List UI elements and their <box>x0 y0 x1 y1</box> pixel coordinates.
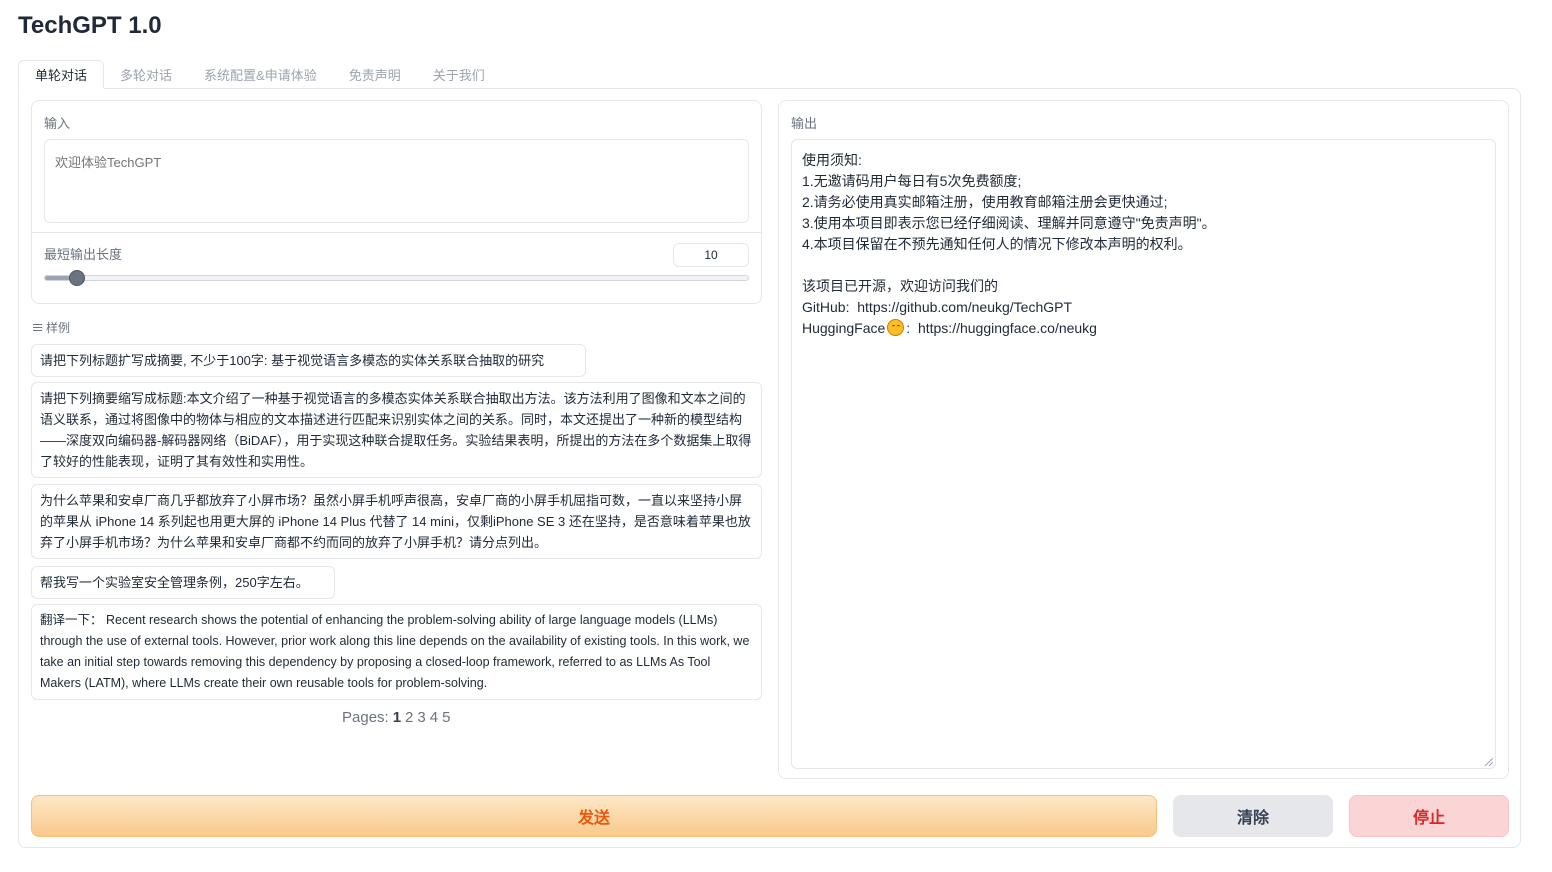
page-link-3[interactable]: 3 <box>417 709 425 726</box>
example-item[interactable]: 帮我写一个实验室安全管理条例，250字左右。 <box>31 566 335 599</box>
tab-multi-turn[interactable]: 多轮对话 <box>104 60 188 89</box>
huggingface-separator: : <box>906 320 911 336</box>
clear-button[interactable]: 清除 <box>1173 795 1333 837</box>
tab-bar: 单轮对话 多轮对话 系统配置&申请体验 免责声明 关于我们 <box>18 60 501 89</box>
pagination-label: Pages: <box>342 709 389 726</box>
huggingface-line: HuggingFace: https://huggingface.co/neuk… <box>802 318 1485 339</box>
output-line: 该项目已开源，欢迎访问我们的 <box>802 278 998 294</box>
example-item[interactable]: 请把下列摘要缩写成标题:本文介绍了一种基于视觉语言的多模态实体关系联合抽取出方法… <box>31 382 762 478</box>
send-button[interactable]: 发送 <box>31 795 1157 837</box>
page-link-5[interactable]: 5 <box>442 709 450 726</box>
tab-single-turn[interactable]: 单轮对话 <box>18 60 105 89</box>
tab-system-config[interactable]: 系统配置&申请体验 <box>188 60 333 89</box>
examples-header: 样例 <box>33 319 70 336</box>
app-title: TechGPT 1.0 <box>18 12 162 39</box>
example-item[interactable]: 翻译一下： Recent research shows the potentia… <box>31 604 762 700</box>
huggingface-label: HuggingFace <box>802 320 886 336</box>
hugging-face-emoji-icon <box>887 319 905 336</box>
output-label: 输出 <box>791 116 818 131</box>
input-label: 输入 <box>44 116 71 131</box>
huggingface-link[interactable]: https://huggingface.co/neukg <box>918 320 1097 336</box>
github-line: GitHub: https://github.com/neukg/TechGPT <box>802 297 1485 318</box>
page-link-1[interactable]: 1 <box>393 709 401 726</box>
output-line: 3.使用本项目即表示您已经仔细阅读、理解并同意遵守"免责声明"。 <box>802 215 1216 231</box>
output-textbox[interactable]: 使用须知: 1.无邀请码用户每日有5次免费额度; 2.请务必使用真实邮箱注册，使… <box>791 139 1496 769</box>
tab-panel: 输入 最短输出长度 10 样例 请把下列标题扩写成摘要, 不少于100字: 基于… <box>18 88 1521 848</box>
min-length-number-input[interactable]: 10 <box>673 243 749 267</box>
min-length-label: 最短输出长度 <box>44 247 123 262</box>
output-line: 2.请务必使用真实邮箱注册，使用教育邮箱注册会更快通过; <box>802 194 1168 210</box>
tab-about-us[interactable]: 关于我们 <box>417 60 501 89</box>
github-link[interactable]: https://github.com/neukg/TechGPT <box>857 299 1072 315</box>
slider-thumb[interactable] <box>68 270 85 286</box>
page-link-4[interactable]: 4 <box>430 709 438 726</box>
github-label: GitHub: <box>802 299 850 315</box>
prompt-input[interactable] <box>44 139 749 223</box>
input-block: 输入 最短输出长度 10 <box>31 100 762 304</box>
stop-button[interactable]: 停止 <box>1349 795 1509 837</box>
tab-disclaimer[interactable]: 免责声明 <box>333 60 417 89</box>
pagination: Pages: 1 2 3 4 5 <box>342 709 450 726</box>
example-item[interactable]: 为什么苹果和安卓厂商几乎都放弃了小屏市场？虽然小屏手机呼声很高，安卓厂商的小屏手… <box>31 484 762 559</box>
example-item[interactable]: 请把下列标题扩写成摘要, 不少于100字: 基于视觉语言多模态的实体关系联合抽取… <box>31 344 586 377</box>
resize-grip-icon[interactable] <box>1485 758 1493 766</box>
output-line: 1.无邀请码用户每日有5次免费额度; <box>802 173 1022 189</box>
divider <box>32 232 761 233</box>
list-icon <box>33 323 42 332</box>
output-block: 输出 使用须知: 1.无邀请码用户每日有5次免费额度; 2.请务必使用真实邮箱注… <box>778 100 1509 779</box>
min-length-slider[interactable] <box>44 270 749 286</box>
examples-label: 样例 <box>46 321 71 335</box>
page-link-2[interactable]: 2 <box>405 709 413 726</box>
output-line: 使用须知: <box>802 152 862 168</box>
output-line: 4.本项目保留在不预先通知任何人的情况下修改本声明的权利。 <box>802 236 1192 252</box>
